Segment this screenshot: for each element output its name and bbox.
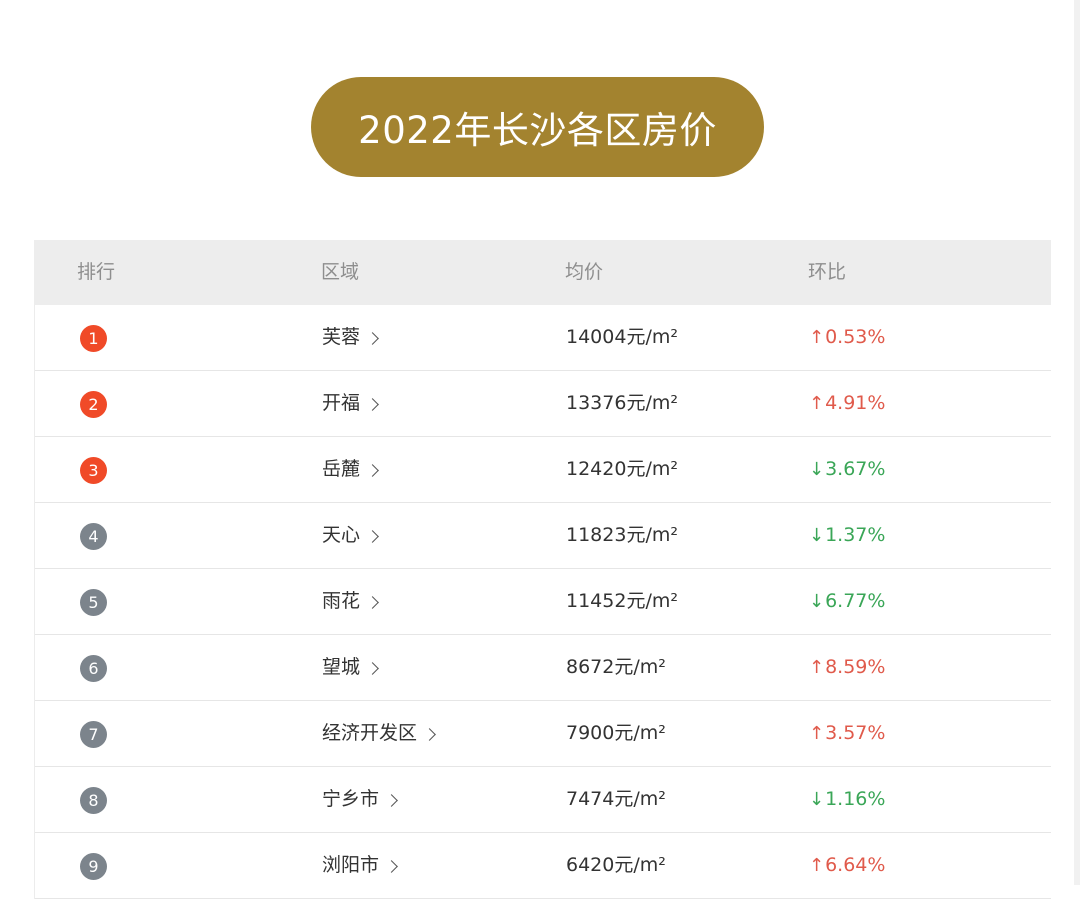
change-value: ↓ 1.16% <box>809 767 885 832</box>
page-title: 2022年长沙各区房价 <box>311 77 764 177</box>
price-value: 11452元/m² <box>566 590 678 612</box>
change-percent: 8.59% <box>825 656 886 678</box>
header-rank: 排行 <box>77 261 116 283</box>
price-value: 6420元/m² <box>566 854 666 876</box>
change-percent: 3.67% <box>825 458 886 480</box>
table-row: 1 芙蓉 14004元/m² ↑ 0.53% <box>35 305 1051 371</box>
table-row: 9 浏阳市 6420元/m² ↑ 6.64% <box>35 833 1051 899</box>
area-link[interactable]: 经济开发区 <box>322 701 436 766</box>
change-value: ↑ 8.59% <box>809 635 885 700</box>
page-right-edge <box>1074 0 1080 885</box>
change-value: ↓ 1.37% <box>809 503 885 568</box>
change-value: ↓ 6.77% <box>809 569 885 634</box>
area-link[interactable]: 芙蓉 <box>322 305 379 370</box>
price-value: 7900元/m² <box>566 722 666 744</box>
rank-badge: 1 <box>80 325 107 352</box>
change-value: ↑ 3.57% <box>809 701 885 766</box>
area-label: 经济开发区 <box>322 722 418 744</box>
change-percent: 1.16% <box>825 788 886 810</box>
change-value: ↑ 4.91% <box>809 371 885 436</box>
rank-badge: 4 <box>80 523 107 550</box>
table-row: 4 天心 11823元/m² ↓ 1.37% <box>35 503 1051 569</box>
table-row: 3 岳麓 12420元/m² ↓ 3.67% <box>35 437 1051 503</box>
change-value: ↑ 0.53% <box>809 305 885 370</box>
chevron-right-icon <box>385 859 398 873</box>
table-row: 7 经济开发区 7900元/m² ↑ 3.57% <box>35 701 1051 767</box>
area-label: 宁乡市 <box>322 788 380 810</box>
chevron-right-icon <box>366 397 379 411</box>
change-value: ↑ 6.64% <box>809 833 885 898</box>
rank-badge: 3 <box>80 457 107 484</box>
price-value: 7474元/m² <box>566 788 666 810</box>
price-value: 12420元/m² <box>566 458 678 480</box>
price-value: 13376元/m² <box>566 392 678 414</box>
chevron-right-icon <box>366 331 379 345</box>
header-change: 环比 <box>808 261 847 283</box>
chevron-right-icon <box>366 529 379 543</box>
arrow-up-icon: ↑ <box>809 855 825 876</box>
area-label: 望城 <box>322 656 361 678</box>
area-link[interactable]: 雨花 <box>322 569 379 634</box>
area-link[interactable]: 开福 <box>322 371 379 436</box>
change-percent: 3.57% <box>825 722 886 744</box>
price-value: 11823元/m² <box>566 524 678 546</box>
area-link[interactable]: 岳麓 <box>322 437 379 502</box>
rank-badge: 9 <box>80 853 107 880</box>
change-percent: 4.91% <box>825 392 886 414</box>
arrow-up-icon: ↑ <box>809 393 825 414</box>
arrow-down-icon: ↓ <box>809 591 825 612</box>
change-value: ↓ 3.67% <box>809 437 885 502</box>
header-area: 区域 <box>321 261 360 283</box>
header-price: 均价 <box>565 261 604 283</box>
rank-badge: 5 <box>80 589 107 616</box>
arrow-down-icon: ↓ <box>809 459 825 480</box>
area-label: 开福 <box>322 392 361 414</box>
area-link[interactable]: 望城 <box>322 635 379 700</box>
change-percent: 6.77% <box>825 590 886 612</box>
chevron-right-icon <box>385 793 398 807</box>
chevron-right-icon <box>366 661 379 675</box>
change-percent: 6.64% <box>825 854 886 876</box>
change-percent: 0.53% <box>825 326 886 348</box>
rank-badge: 6 <box>80 655 107 682</box>
table-row: 8 宁乡市 7474元/m² ↓ 1.16% <box>35 767 1051 833</box>
area-label: 芙蓉 <box>322 326 361 348</box>
price-value: 8672元/m² <box>566 656 666 678</box>
table-row: 5 雨花 11452元/m² ↓ 6.77% <box>35 569 1051 635</box>
rank-badge: 8 <box>80 787 107 814</box>
arrow-down-icon: ↓ <box>809 789 825 810</box>
area-label: 天心 <box>322 524 361 546</box>
area-link[interactable]: 天心 <box>322 503 379 568</box>
chevron-right-icon <box>423 727 436 741</box>
area-label: 浏阳市 <box>322 854 380 876</box>
arrow-up-icon: ↑ <box>809 657 825 678</box>
arrow-up-icon: ↑ <box>809 723 825 744</box>
rank-badge: 2 <box>80 391 107 418</box>
price-value: 14004元/m² <box>566 326 678 348</box>
chevron-right-icon <box>366 595 379 609</box>
area-label: 雨花 <box>322 590 361 612</box>
area-link[interactable]: 宁乡市 <box>322 767 398 832</box>
price-table: 排行 区域 均价 环比 1 芙蓉 14004元/m² ↑ 0.53% 2 开福 13376元/… <box>34 240 1051 899</box>
table-row: 2 开福 13376元/m² ↑ 4.91% <box>35 371 1051 437</box>
table-body: 1 芙蓉 14004元/m² ↑ 0.53% 2 开福 13376元/m² ↑ 4.91% 3 岳麓 1… <box>34 305 1051 899</box>
arrow-up-icon: ↑ <box>809 327 825 348</box>
table-row: 6 望城 8672元/m² ↑ 8.59% <box>35 635 1051 701</box>
table-header: 排行 区域 均价 环比 <box>34 240 1051 305</box>
chevron-right-icon <box>366 463 379 477</box>
rank-badge: 7 <box>80 721 107 748</box>
change-percent: 1.37% <box>825 524 886 546</box>
area-link[interactable]: 浏阳市 <box>322 833 398 898</box>
arrow-down-icon: ↓ <box>809 525 825 546</box>
area-label: 岳麓 <box>322 458 361 480</box>
